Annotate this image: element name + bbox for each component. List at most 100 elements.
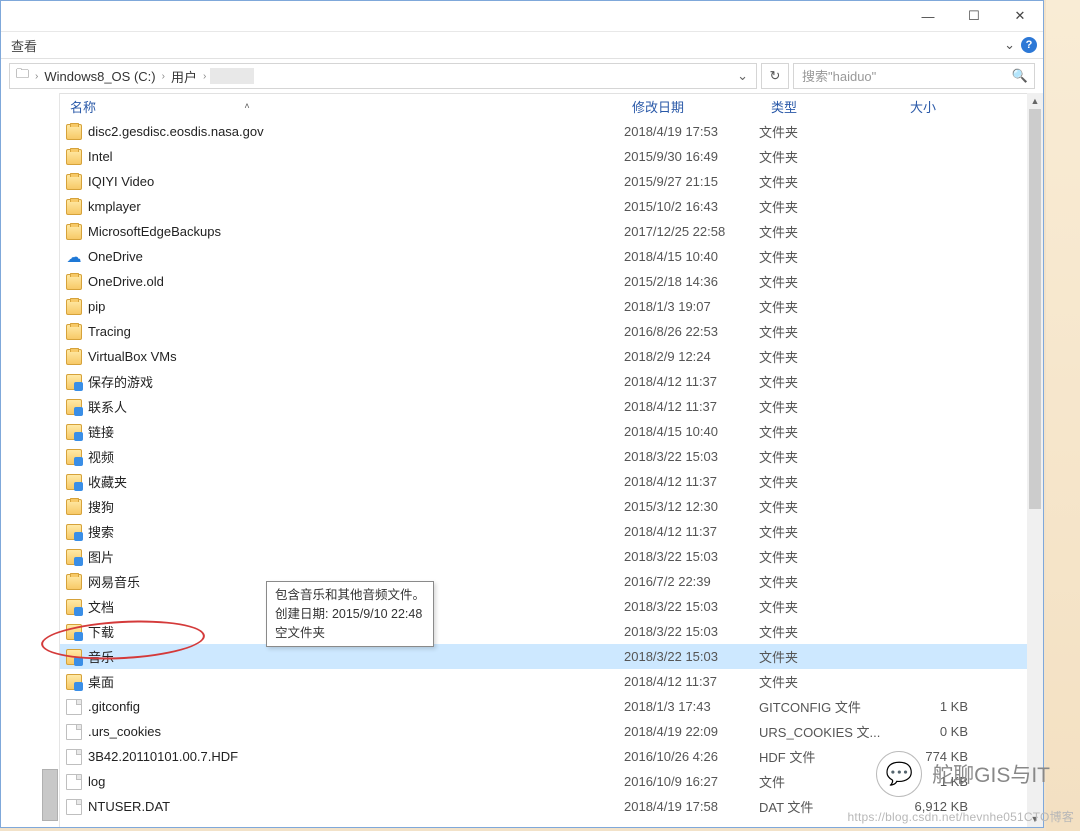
- file-row[interactable]: 收藏夹2018/4/12 11:37文件夹: [60, 469, 1027, 494]
- file-row[interactable]: 联系人2018/4/12 11:37文件夹: [60, 394, 1027, 419]
- file-row[interactable]: VirtualBox VMs2018/2/9 12:24文件夹: [60, 344, 1027, 369]
- column-size[interactable]: 大小: [906, 93, 990, 119]
- column-headers: 名称 ˄ 修改日期 类型 大小: [60, 93, 1043, 119]
- file-row[interactable]: pip2018/1/3 19:07文件夹: [60, 294, 1027, 319]
- file-date: 2015/9/27 21:15: [624, 174, 759, 189]
- file-row[interactable]: MicrosoftEdgeBackups2017/12/25 22:58文件夹: [60, 219, 1027, 244]
- file-name: .urs_cookies: [88, 724, 161, 739]
- folder-icon: [66, 224, 82, 240]
- breadcrumb-users[interactable]: 用户: [169, 67, 199, 86]
- ribbon-tabs: 查看 ⌄ ?: [1, 32, 1043, 58]
- file-name: 3B42.20110101.00.7.HDF: [88, 749, 238, 764]
- file-row[interactable]: 链接2018/4/15 10:40文件夹: [60, 419, 1027, 444]
- tooltip-line1: 包含音乐和其他音频文件。: [275, 586, 425, 605]
- tab-view[interactable]: 查看: [3, 32, 45, 59]
- file-icon: [66, 699, 82, 715]
- special-folder-icon: [66, 449, 82, 465]
- file-name: .gitconfig: [88, 699, 140, 714]
- column-type[interactable]: 类型: [767, 93, 906, 119]
- file-date: 2018/4/19 22:09: [624, 724, 759, 739]
- list-scrollbar[interactable]: ▲ ▼: [1027, 93, 1043, 827]
- file-row[interactable]: 搜索2018/4/12 11:37文件夹: [60, 519, 1027, 544]
- file-date: 2018/4/15 10:40: [624, 249, 759, 264]
- file-row[interactable]: .urs_cookies2018/4/19 22:09URS_COOKIES 文…: [60, 719, 1027, 744]
- file-icon: [66, 749, 82, 765]
- close-icon: ✕: [1015, 8, 1026, 24]
- file-type: HDF 文件: [759, 747, 894, 766]
- file-name: 视频: [88, 447, 114, 466]
- scroll-track[interactable]: [1027, 109, 1043, 811]
- chevron-right-icon[interactable]: ›: [33, 71, 40, 82]
- scroll-thumb[interactable]: [1029, 109, 1041, 509]
- special-folder-icon: [66, 474, 82, 490]
- special-folder-icon: [66, 374, 82, 390]
- file-name: Intel: [88, 149, 113, 164]
- file-date: 2018/4/15 10:40: [624, 424, 759, 439]
- file-row[interactable]: IQIYI Video 2015/9/27 21:15文件夹: [60, 169, 1027, 194]
- search-box[interactable]: 🔍: [793, 63, 1035, 89]
- file-type: 文件夹: [759, 372, 894, 391]
- file-type: 文件夹: [759, 397, 894, 416]
- file-row[interactable]: OneDrive.old2015/2/18 14:36文件夹: [60, 269, 1027, 294]
- file-row[interactable]: disc2.gesdisc.eosdis.nasa.gov2018/4/19 1…: [60, 119, 1027, 144]
- file-row[interactable]: 桌面2018/4/12 11:37文件夹: [60, 669, 1027, 694]
- file-name: disc2.gesdisc.eosdis.nasa.gov: [88, 124, 264, 139]
- minimize-button[interactable]: —: [905, 1, 951, 31]
- file-row[interactable]: 视频2018/3/22 15:03文件夹: [60, 444, 1027, 469]
- column-date[interactable]: 修改日期: [628, 93, 767, 119]
- file-name: log: [88, 774, 105, 789]
- file-icon: [66, 724, 82, 740]
- file-row[interactable]: Tracing2016/8/26 22:53文件夹: [60, 319, 1027, 344]
- ribbon-collapse-icon[interactable]: ⌄: [1004, 37, 1015, 53]
- file-row[interactable]: 保存的游戏2018/4/12 11:37文件夹: [60, 369, 1027, 394]
- file-row[interactable]: 搜狗2015/3/12 12:30文件夹: [60, 494, 1027, 519]
- file-name: IQIYI Video: [88, 174, 154, 189]
- folder-icon: [66, 299, 82, 315]
- file-row[interactable]: Intel2015/9/30 16:49文件夹: [60, 144, 1027, 169]
- maximize-button[interactable]: ☐: [951, 1, 997, 31]
- onedrive-icon: ☁: [66, 249, 82, 265]
- close-button[interactable]: ✕: [997, 1, 1043, 31]
- address-bar[interactable]: 🗀 › Windows8_OS (C:) › 用户 › ⌄: [9, 63, 757, 89]
- file-row[interactable]: 文档2018/3/22 15:03文件夹: [60, 594, 1027, 619]
- file-row[interactable]: kmplayer2015/10/2 16:43文件夹: [60, 194, 1027, 219]
- file-row[interactable]: ☁OneDrive2018/4/15 10:40文件夹: [60, 244, 1027, 269]
- file-type: 文件夹: [759, 522, 894, 541]
- column-name[interactable]: 名称 ˄: [66, 93, 628, 119]
- help-icon[interactable]: ?: [1021, 37, 1037, 53]
- file-type: 文件夹: [759, 672, 894, 691]
- search-input[interactable]: [800, 68, 1012, 85]
- file-type: 文件夹: [759, 247, 894, 266]
- file-date: 2016/10/26 4:26: [624, 749, 759, 764]
- refresh-icon: ↻: [770, 68, 781, 84]
- scroll-up-icon[interactable]: ▲: [1027, 93, 1043, 109]
- nav-scrollbar-thumb[interactable]: [42, 769, 58, 821]
- file-row[interactable]: 网易音乐2016/7/2 22:39文件夹: [60, 569, 1027, 594]
- tooltip-line2: 创建日期: 2015/9/10 22:48: [275, 605, 425, 624]
- special-folder-icon: [66, 424, 82, 440]
- file-row[interactable]: .gitconfig2018/1/3 17:43GITCONFIG 文件1 KB: [60, 694, 1027, 719]
- breadcrumb-root-icon[interactable]: 🗀: [14, 65, 31, 87]
- breadcrumb-current[interactable]: [210, 68, 254, 84]
- breadcrumb-drive[interactable]: Windows8_OS (C:): [42, 69, 157, 84]
- file-date: 2018/3/22 15:03: [624, 549, 759, 564]
- file-type: 文件夹: [759, 422, 894, 441]
- file-date: 2018/4/12 11:37: [624, 374, 759, 389]
- chevron-right-icon[interactable]: ›: [160, 71, 167, 82]
- file-date: 2018/1/3 17:43: [624, 699, 759, 714]
- file-type: 文件夹: [759, 172, 894, 191]
- refresh-button[interactable]: ↻: [761, 63, 789, 89]
- folder-icon: [66, 199, 82, 215]
- file-row[interactable]: 下载2018/3/22 15:03文件夹: [60, 619, 1027, 644]
- file-name: kmplayer: [88, 199, 141, 214]
- file-row[interactable]: 音乐2018/3/22 15:03文件夹: [60, 644, 1027, 669]
- file-type: 文件夹: [759, 347, 894, 366]
- file-name: 图片: [88, 547, 114, 566]
- navigation-pane[interactable]: [1, 93, 60, 827]
- address-dropdown-icon[interactable]: ⌄: [733, 68, 752, 84]
- file-date: 2015/2/18 14:36: [624, 274, 759, 289]
- file-row[interactable]: 图片2018/3/22 15:03文件夹: [60, 544, 1027, 569]
- special-folder-icon: [66, 524, 82, 540]
- chevron-right-icon[interactable]: ›: [201, 71, 208, 82]
- search-icon[interactable]: 🔍: [1012, 68, 1028, 84]
